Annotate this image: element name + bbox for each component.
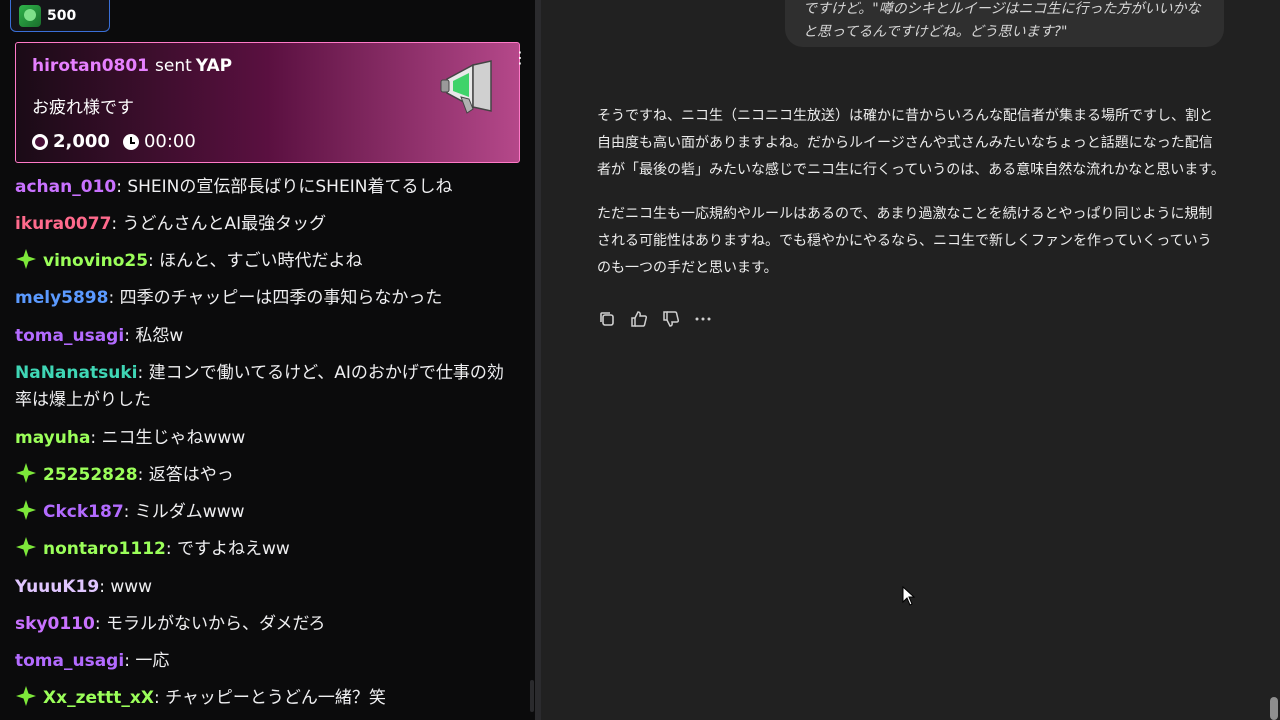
chat-text: : ですよねえww [165,539,290,559]
chat-text: : www [99,577,153,597]
chat-username[interactable]: mely5898 [15,288,108,308]
chat-username[interactable]: NaNanatsuki [15,363,137,383]
chat-message: sky0110: モラルがないから、ダメだろ [15,611,515,638]
mouse-cursor-icon [902,586,916,606]
chat-message: nontaro1112: ですよねえww [15,536,515,563]
chat-text: : モラルがないから、ダメだろ [94,614,326,634]
chat-message: toma_usagi: 一応 [15,648,515,675]
copy-icon[interactable] [597,309,617,329]
chat-username[interactable]: toma_usagi [15,326,124,346]
chat-message: toma_usagi: 私怨w [15,323,515,350]
sub-badge-icon[interactable] [15,462,37,484]
highlight-meta: 2,000 00:00 [32,131,196,152]
chat-text: : うどんさんとAI最強タッグ [111,214,327,234]
chat-text: : 私怨w [124,326,184,346]
assistant-reply-paragraph-1: そうですね、ニコ生（ニコニコ生放送）は確かに昔からいろんな配信者が集まる場所です… [597,108,1225,178]
sub-badge-icon[interactable] [15,499,37,521]
highlight-time: 00:00 [143,131,196,152]
chat-message: mely5898: 四季のチャッピーは四季の事知らなかった [15,285,515,312]
sub-badge-icon[interactable] [15,536,37,558]
chat-text: : チャッピーとうどん一緒？笑 [153,688,386,708]
points-avatar-icon [19,4,41,27]
chat-message: achan_010: SHEINの宣伝部長ばりにSHEIN着てるしね [15,174,515,201]
chat-message: YuuuK19: www [15,574,515,601]
chat-text: : ミルダムwww [123,502,245,522]
chat-username[interactable]: ikura0077 [15,214,111,234]
highlight-item: YAP [195,56,233,76]
assistant-panel: ですけど。"噂のシキとルイージはニコ生に行った方がいいかなと思ってるんですけどね… [541,0,1280,720]
coin-icon [32,133,48,150]
chat-username[interactable]: Xx_zettt_xX [43,688,154,708]
message-actions [597,309,713,329]
user-message-bubble: ですけど。"噂のシキとルイージはニコ生に行った方がいいかなと思ってるんですけどね… [785,0,1224,47]
chat-username[interactable]: mayuha [15,428,90,448]
highlighted-message[interactable]: hirotan0801 sent YAP お疲れ様です 2,000 00:00 ⋮ [15,42,528,163]
chat-username[interactable]: toma_usagi [15,651,124,671]
chat-username[interactable]: achan_010 [15,177,116,197]
chat-panel: 500 hirotan0801 sent YAP お疲れ様です 2,000 00:0… [0,0,535,720]
main-scrollbar-thumb[interactable] [1270,697,1278,720]
chat-message: ikura0077: うどんさんとAI最強タッグ [15,211,515,238]
more-options-icon[interactable]: ⋮ [512,50,528,66]
sub-badge-icon[interactable] [15,248,37,270]
chat-text: : SHEINの宣伝部長ばりにSHEIN着てるしね [116,177,453,197]
chat-scrollbar-thumb[interactable] [530,680,534,712]
chat-text: : 四季のチャッピーは四季の事知らなかった [108,288,443,308]
chat-message: 25252828: 返答はやっ [15,462,515,489]
chat-username[interactable]: nontaro1112 [43,539,166,559]
chat-username[interactable]: sky0110 [15,614,95,634]
megaphone-icon [440,60,492,114]
chat-message: mayuha: ニコ生じゃねwww [15,425,515,452]
thumbs-up-icon[interactable] [629,309,649,329]
chat-message: NaNanatsuki: 建コンで働いてるけど、AIのおかげで仕事の効率は爆上が… [15,360,515,414]
highlight-cost: 2,000 [53,131,110,152]
main-scrollbar[interactable] [1267,0,1280,720]
chat-username[interactable]: vinovino25 [43,251,148,271]
chat-message: Ckck187: ミルダムwww [15,499,515,526]
assistant-reply-paragraph-2: ただニコ生も一応規約やルールはあるので、あまり過激なことを続けるとやっぱり同じよ… [597,206,1213,276]
points-value: 500 [47,7,77,24]
chat-username[interactable]: Ckck187 [43,502,124,522]
more-icon[interactable] [693,309,713,329]
chat-text: : 返答はやっ [137,465,234,485]
chat-username[interactable]: YuuuK19 [15,577,99,597]
highlight-user[interactable]: hirotan0801 [32,56,149,76]
thumbs-down-icon[interactable] [661,309,681,329]
chat-text: : ニコ生じゃねwww [90,428,246,448]
chat-message: vinovino25: ほんと、すごい時代だよね [15,248,515,275]
clock-icon [122,133,139,150]
user-message-text: ですけど。"噂のシキとルイージはニコ生に行った方がいいかなと思ってるんですけどね… [803,1,1201,40]
highlight-header: hirotan0801 sent YAP [32,56,232,76]
sub-badge-icon[interactable] [15,685,37,707]
channel-points-chip[interactable]: 500 [10,0,110,32]
highlight-sent-label: sent [155,56,192,76]
highlight-message-text: お疲れ様です [32,98,134,118]
chat-username[interactable]: 25252828 [43,465,138,485]
chat-text: : 一応 [124,651,170,671]
chat-text: : ほんと、すごい時代だよね [148,251,363,271]
chat-message: Xx_zettt_xX: チャッピーとうどん一緒？笑 [15,685,515,712]
